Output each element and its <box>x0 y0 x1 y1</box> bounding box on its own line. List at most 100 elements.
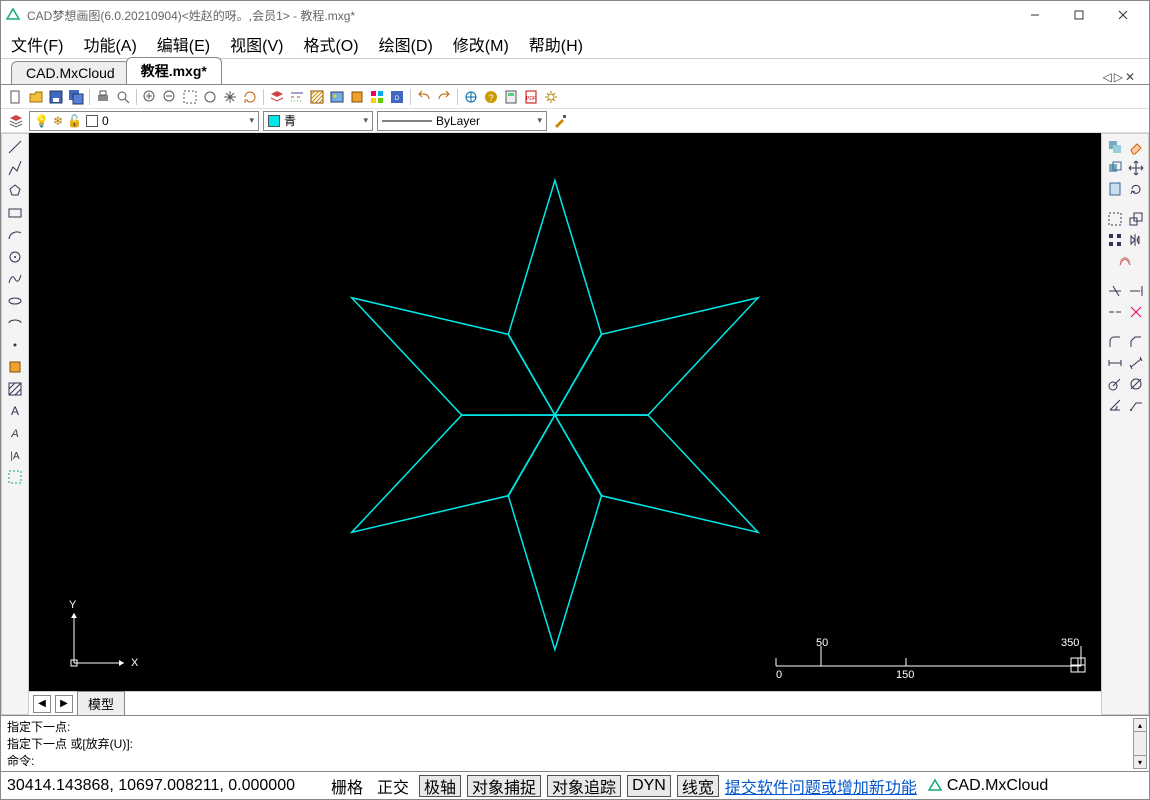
help-icon[interactable]: ? <box>482 88 500 106</box>
ortho-toggle[interactable]: 正交 <box>373 775 413 797</box>
redo-icon[interactable] <box>435 88 453 106</box>
layout-next-icon[interactable]: ▶ <box>55 695 73 713</box>
dimension-aligned-icon[interactable] <box>1127 354 1145 372</box>
move-icon[interactable] <box>1127 159 1145 177</box>
rectangle-tool-icon[interactable] <box>6 204 24 222</box>
break-icon[interactable] <box>1106 303 1124 321</box>
regen-icon[interactable] <box>241 88 259 106</box>
paste-icon[interactable] <box>1106 180 1124 198</box>
text-tool-icon[interactable]: A <box>6 402 24 420</box>
trim-icon[interactable] <box>1106 282 1124 300</box>
chamfer-icon[interactable] <box>1127 333 1145 351</box>
ellipse-tool-icon[interactable] <box>6 292 24 310</box>
menu-view[interactable]: 视图(V) <box>226 30 287 58</box>
close-button[interactable] <box>1101 1 1145 29</box>
rotate-icon[interactable] <box>1127 180 1145 198</box>
layout-prev-icon[interactable]: ◀ <box>33 695 51 713</box>
menu-help[interactable]: 帮助(H) <box>525 30 587 58</box>
multiline-text-icon[interactable]: |A <box>6 446 24 464</box>
dimension-linear-icon[interactable] <box>1106 354 1124 372</box>
erase-icon[interactable] <box>1127 138 1145 156</box>
polyline-tool-icon[interactable] <box>6 160 24 178</box>
new-file-icon[interactable] <box>7 88 25 106</box>
region-tool-icon[interactable] <box>6 468 24 486</box>
osnap-toggle[interactable]: 对象捕捉 <box>467 775 541 797</box>
select-window-icon[interactable] <box>1106 210 1124 228</box>
copy-clip-icon[interactable] <box>1106 138 1124 156</box>
tab-scroll-right-icon[interactable]: ▷ <box>1114 70 1123 84</box>
mirror-icon[interactable] <box>1127 231 1145 249</box>
dimension-diameter-icon[interactable] <box>1127 375 1145 393</box>
zoom-out-icon[interactable] <box>161 88 179 106</box>
block-icon[interactable] <box>348 88 366 106</box>
zoom-extents-icon[interactable] <box>141 88 159 106</box>
tab-scroll-left-icon[interactable]: ◁ <box>1102 70 1111 84</box>
arc-tool-icon[interactable] <box>6 226 24 244</box>
match-properties-icon[interactable] <box>551 112 569 130</box>
image-icon[interactable] <box>328 88 346 106</box>
menu-file[interactable]: 文件(F) <box>7 30 67 58</box>
zoom-realtime-icon[interactable] <box>201 88 219 106</box>
dyn-toggle[interactable]: DYN <box>627 775 671 797</box>
linetype-dropdown[interactable]: ByLayer ▾ <box>377 111 547 131</box>
save-dwg-icon[interactable]: D <box>388 88 406 106</box>
zoom-window-icon[interactable] <box>181 88 199 106</box>
circle-tool-icon[interactable] <box>6 248 24 266</box>
extend-icon[interactable] <box>1127 282 1145 300</box>
undo-icon[interactable] <box>415 88 433 106</box>
menu-function[interactable]: 功能(A) <box>79 30 140 58</box>
mtext-tool-icon[interactable]: A <box>6 424 24 442</box>
print-preview-icon[interactable] <box>114 88 132 106</box>
print-icon[interactable] <box>94 88 112 106</box>
dimension-angular-icon[interactable] <box>1106 396 1124 414</box>
pdf-icon[interactable]: PDF <box>522 88 540 106</box>
layer-dropdown[interactable]: 💡 ❄ 🔓 0 ▾ <box>29 111 259 131</box>
line-tool-icon[interactable] <box>6 138 24 156</box>
polar-toggle[interactable]: 极轴 <box>419 775 461 797</box>
save-icon[interactable] <box>47 88 65 106</box>
leader-icon[interactable] <box>1127 396 1145 414</box>
layer-stack-icon[interactable] <box>7 112 25 130</box>
feedback-link[interactable]: 提交软件问题或增加新功能 <box>725 774 917 798</box>
lineweight-toggle[interactable]: 线宽 <box>677 775 719 797</box>
minimize-button[interactable] <box>1013 1 1057 29</box>
grid-toggle[interactable]: 栅格 <box>327 775 367 797</box>
calculator-icon[interactable] <box>502 88 520 106</box>
otrack-toggle[interactable]: 对象追踪 <box>547 775 621 797</box>
menu-modify[interactable]: 修改(M) <box>449 30 513 58</box>
settings-icon[interactable] <box>542 88 560 106</box>
menu-format[interactable]: 格式(O) <box>299 30 362 58</box>
point-tool-icon[interactable] <box>6 336 24 354</box>
scroll-down-icon[interactable]: ▾ <box>1133 755 1147 769</box>
scroll-up-icon[interactable]: ▴ <box>1133 718 1147 732</box>
fillet-icon[interactable] <box>1106 333 1124 351</box>
spline-tool-icon[interactable] <box>6 270 24 288</box>
linetype-icon[interactable] <box>288 88 306 106</box>
hatch-tool-icon[interactable] <box>6 380 24 398</box>
save-all-icon[interactable] <box>67 88 85 106</box>
block-insert-icon[interactable] <box>6 358 24 376</box>
tab-close-icon[interactable]: ✕ <box>1125 70 1135 84</box>
ellipse-arc-tool-icon[interactable] <box>6 314 24 332</box>
model-tab[interactable]: 模型 <box>77 691 125 716</box>
command-line-area[interactable]: 指定下一点: 指定下一点 或[放弃(U)]: 命令: ▴ ▾ <box>1 715 1149 771</box>
menu-edit[interactable]: 编辑(E) <box>153 30 214 58</box>
properties-icon[interactable] <box>368 88 386 106</box>
export-icon[interactable] <box>462 88 480 106</box>
maximize-button[interactable] <box>1057 1 1101 29</box>
color-dropdown[interactable]: 青 ▾ <box>263 111 373 131</box>
array-icon[interactable] <box>1106 231 1124 249</box>
scale-icon[interactable] <box>1127 210 1145 228</box>
dimension-radius-icon[interactable] <box>1106 375 1124 393</box>
document-tab-cloud[interactable]: CAD.MxCloud <box>11 61 130 84</box>
pan-icon[interactable] <box>221 88 239 106</box>
menu-draw[interactable]: 绘图(D) <box>375 30 437 58</box>
drawing-canvas[interactable]: X Y 0 50 150 350 <box>29 133 1101 691</box>
polygon-tool-icon[interactable] <box>6 182 24 200</box>
copy-icon[interactable] <box>1106 159 1124 177</box>
document-tab-current[interactable]: 教程.mxg* <box>126 57 222 84</box>
hatch-icon[interactable] <box>308 88 326 106</box>
open-file-icon[interactable] <box>27 88 45 106</box>
offset-icon[interactable] <box>1116 252 1134 270</box>
layer-manager-icon[interactable] <box>268 88 286 106</box>
